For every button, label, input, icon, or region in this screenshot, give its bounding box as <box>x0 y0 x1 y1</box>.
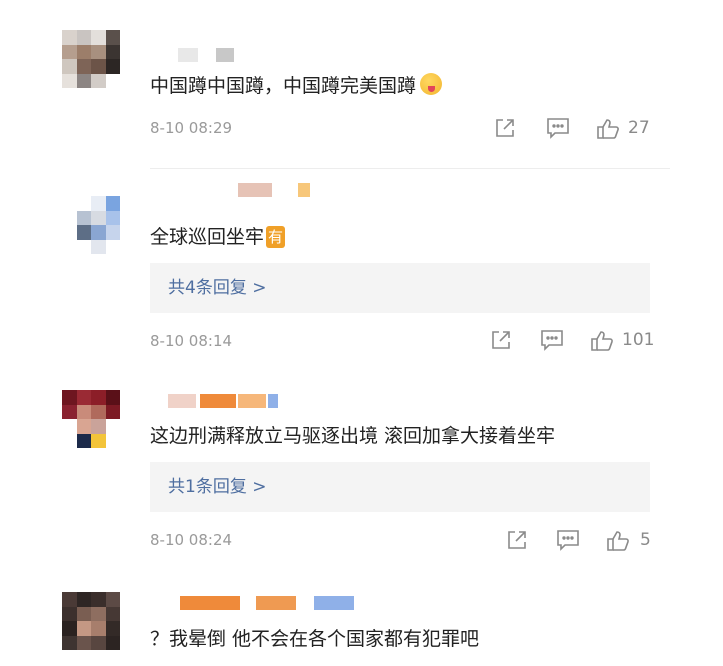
comment-timestamp: 8-10 08:14 <box>150 332 233 350</box>
reply-summary-button[interactable]: 共4条回复 > <box>150 263 650 313</box>
reply-summary-button[interactable]: 共1条回复 > <box>150 462 650 512</box>
thumbs-up-icon[interactable] <box>606 529 630 552</box>
avatar[interactable] <box>62 592 120 650</box>
drooling-face-emoji-icon <box>420 73 443 95</box>
comment-text: ？我晕倒 他不会在各个国家都有犯罪吧 <box>150 628 480 650</box>
share-icon[interactable] <box>494 117 516 139</box>
avatar[interactable] <box>62 30 120 88</box>
like-count: 5 <box>640 530 651 550</box>
comment-actions: 101 <box>490 329 660 353</box>
comment-actions: 27 <box>490 117 660 141</box>
divider <box>150 168 670 169</box>
thumbs-up-icon[interactable] <box>596 117 620 140</box>
avatar[interactable] <box>62 390 120 448</box>
comment-icon[interactable] <box>540 329 564 351</box>
emoji-tag: 有 <box>266 226 286 248</box>
comment-text-content: 全球巡回坐牢 <box>150 226 265 248</box>
comment-text-content: 中国蹲中国蹲，中国蹲完美国蹲 <box>150 75 417 97</box>
share-icon[interactable] <box>490 329 512 351</box>
like-count: 27 <box>628 118 650 138</box>
share-icon[interactable] <box>506 529 528 551</box>
comment-text: 全球巡回坐牢有 <box>150 224 286 250</box>
comment-text: 中国蹲中国蹲，中国蹲完美国蹲 <box>150 73 443 99</box>
comment-timestamp: 8-10 08:29 <box>150 119 233 137</box>
thumbs-up-icon[interactable] <box>590 329 614 352</box>
like-count: 101 <box>622 330 655 350</box>
comment-actions: 5 <box>490 529 660 553</box>
comment-icon[interactable] <box>546 117 570 139</box>
comment-icon[interactable] <box>556 529 580 551</box>
comment-text: 这边刑满释放立马驱逐出境 滚回加拿大接着坐牢 <box>150 425 556 447</box>
comment-timestamp: 8-10 08:24 <box>150 531 233 549</box>
avatar[interactable] <box>62 196 120 254</box>
